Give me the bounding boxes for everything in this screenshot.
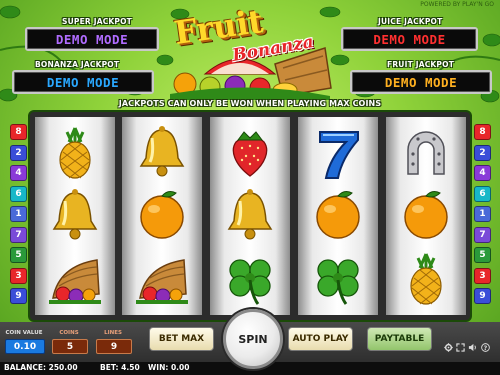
fruit-jackpot-display: DEMO MODE: [350, 70, 492, 94]
lines-label: LINES: [104, 330, 122, 336]
payline-right-9[interactable]: 9: [474, 288, 491, 304]
payline-left-1[interactable]: 1: [10, 206, 27, 222]
horseshoe-icon: [396, 124, 456, 180]
svg-text:?: ?: [484, 345, 488, 352]
balance-display: BALANCE: 250.00: [4, 363, 78, 372]
help-icon[interactable]: ?: [481, 343, 490, 352]
bell-icon: [220, 187, 280, 243]
coins-label: COINS: [59, 330, 79, 336]
jackpot-notice: JACKPOTS CAN ONLY BE WON WHEN PLAYING MA…: [118, 99, 382, 108]
payline-right-4[interactable]: 4: [474, 165, 491, 181]
payline-right-6[interactable]: 6: [474, 185, 491, 202]
fruit-jackpot-label: FRUIT JACKPOT: [387, 60, 455, 69]
payline-left-2[interactable]: 2: [10, 144, 27, 161]
gear-icon[interactable]: [444, 343, 453, 352]
juice-jackpot-display: DEMO MODE: [341, 27, 478, 51]
fullscreen-icon[interactable]: [456, 343, 465, 352]
auto-play-button[interactable]: AUTO PLAY: [288, 327, 353, 351]
payline-right-8[interactable]: 8: [474, 124, 491, 140]
coins-selector[interactable]: 5: [52, 339, 88, 354]
bet-max-button[interactable]: BET MAX: [149, 327, 214, 351]
bell-icon: [45, 187, 105, 243]
payline-right-3[interactable]: 3: [474, 267, 491, 284]
sound-icon[interactable]: [468, 343, 477, 352]
payline-left-8[interactable]: 8: [10, 124, 27, 140]
payline-left-7[interactable]: 7: [10, 226, 27, 243]
cornucopia-icon: [132, 250, 192, 306]
win-display: WIN: 0.00: [148, 363, 190, 372]
bell-icon: [132, 124, 192, 180]
clover-icon: [308, 250, 368, 306]
super-jackpot-display: DEMO MODE: [25, 27, 159, 51]
payline-right-1[interactable]: 1: [474, 206, 491, 222]
payline-right-5[interactable]: 5: [474, 247, 491, 263]
strawberry-icon: [220, 124, 280, 180]
bet-display: BET: 4.50: [100, 363, 140, 372]
orange-icon: [396, 187, 456, 243]
pineapple-icon: [396, 250, 456, 306]
super-jackpot-label: SUPER JACKPOT: [62, 17, 132, 26]
powered-by-text: POWERED BY PLAY'N GO: [420, 1, 494, 8]
bonanza-jackpot-label: BONANZA JACKPOT: [35, 60, 120, 69]
bonanza-jackpot-display: DEMO MODE: [12, 70, 154, 94]
clover-icon: [220, 250, 280, 306]
spin-button[interactable]: SPIN: [223, 309, 283, 369]
payline-right-2[interactable]: 2: [474, 144, 491, 161]
payline-left-6[interactable]: 6: [10, 185, 27, 202]
juice-jackpot-label: JUICE JACKPOT: [378, 17, 443, 26]
lines-selector[interactable]: 9: [96, 339, 132, 354]
payline-left-9[interactable]: 9: [10, 288, 27, 304]
seven-icon: [308, 124, 368, 180]
pineapple-icon: [45, 124, 105, 180]
orange-icon: [308, 187, 368, 243]
payline-left-3[interactable]: 3: [10, 267, 27, 284]
cornucopia-icon: [45, 250, 105, 306]
payline-left-4[interactable]: 4: [10, 165, 27, 181]
coin-value-label: COIN VALUE: [5, 330, 43, 336]
orange-icon: [132, 187, 192, 243]
paytable-button[interactable]: PAYTABLE: [367, 327, 432, 351]
coin-value-selector[interactable]: 0.10: [5, 339, 45, 354]
payline-left-5[interactable]: 5: [10, 247, 27, 263]
payline-right-7[interactable]: 7: [474, 226, 491, 243]
